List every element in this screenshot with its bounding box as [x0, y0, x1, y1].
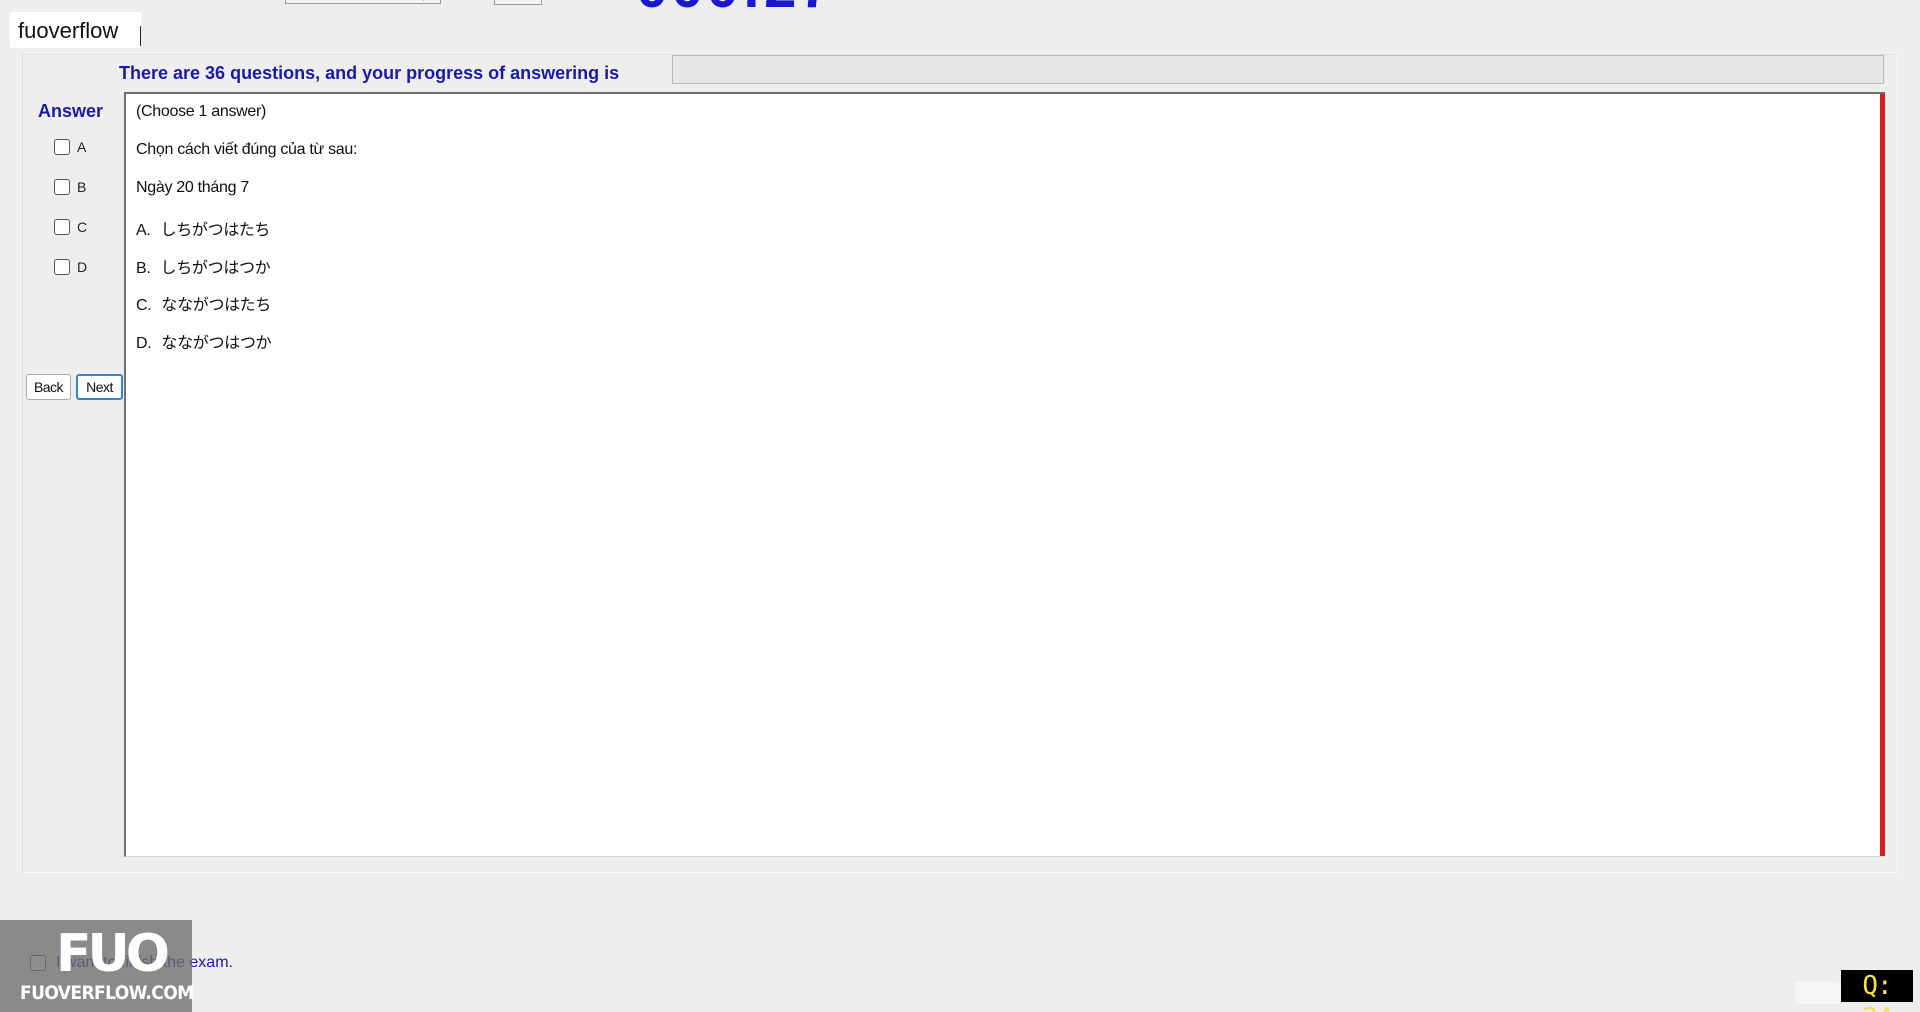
choice-letter: C.	[136, 297, 152, 314]
answer-option-label: A	[77, 139, 87, 155]
progress-text: There are 36 questions, and your progres…	[119, 63, 620, 83]
answer-option-d[interactable]: D	[54, 257, 87, 277]
choice-d: D. なながつはつか	[136, 329, 272, 353]
choice-letter: B.	[136, 260, 151, 277]
choice-text: しちがつはたち	[160, 222, 271, 239]
watermark-logo: FUO FUOVERFLOW.COM	[0, 920, 194, 1012]
scroll-accent-bar	[1880, 94, 1885, 856]
answer-option-b[interactable]: B	[54, 177, 86, 197]
question-content: (Choose 1 answer) Chọn cách viết đúng củ…	[124, 92, 1885, 857]
answer-checkbox-a[interactable]	[54, 139, 70, 155]
question-word: Ngày 20 tháng 7	[136, 179, 249, 196]
text-cursor	[140, 26, 141, 46]
question-instruction: (Choose 1 answer)	[136, 103, 267, 120]
answer-option-label: B	[77, 179, 87, 195]
progress-bar	[672, 55, 1884, 84]
next-button[interactable]: Next	[76, 374, 123, 400]
choice-c: C. なながつはたち	[136, 291, 271, 315]
exam-timer: 000:27	[636, 0, 835, 17]
answer-checkbox-b[interactable]	[54, 179, 70, 195]
watermark-mark: FUO	[56, 924, 170, 984]
status-tab	[1795, 982, 1841, 1004]
choice-a: A. しちがつはたち	[136, 216, 270, 240]
answer-checkbox-c[interactable]	[54, 219, 70, 235]
answer-option-label: C	[77, 219, 88, 235]
question-number-badge: Q: 24	[1841, 970, 1913, 1012]
choice-letter: A.	[136, 222, 151, 239]
choice-text: なながつはたち	[161, 297, 271, 314]
back-button[interactable]: Back	[26, 374, 71, 400]
top-combobox[interactable]	[285, 0, 441, 4]
watermark-text: FUOVERFLOW.COM	[20, 982, 194, 1004]
choice-text: なながつはつか	[161, 335, 272, 352]
answer-option-c[interactable]: C	[54, 217, 87, 237]
answer-checkbox-d[interactable]	[54, 259, 70, 275]
top-small-field[interactable]	[494, 0, 542, 5]
choice-text: しちがつはつか	[160, 260, 271, 277]
question-prompt: Chọn cách viết đúng của từ sau:	[136, 141, 358, 158]
answer-option-label: D	[77, 259, 88, 275]
choice-letter: D.	[136, 335, 152, 352]
app-tag-label: fuoverflow	[10, 12, 141, 48]
answer-label: Answer	[38, 101, 104, 121]
choice-b: B. しちがつはつか	[136, 254, 271, 278]
answer-option-a[interactable]: A	[54, 137, 86, 157]
